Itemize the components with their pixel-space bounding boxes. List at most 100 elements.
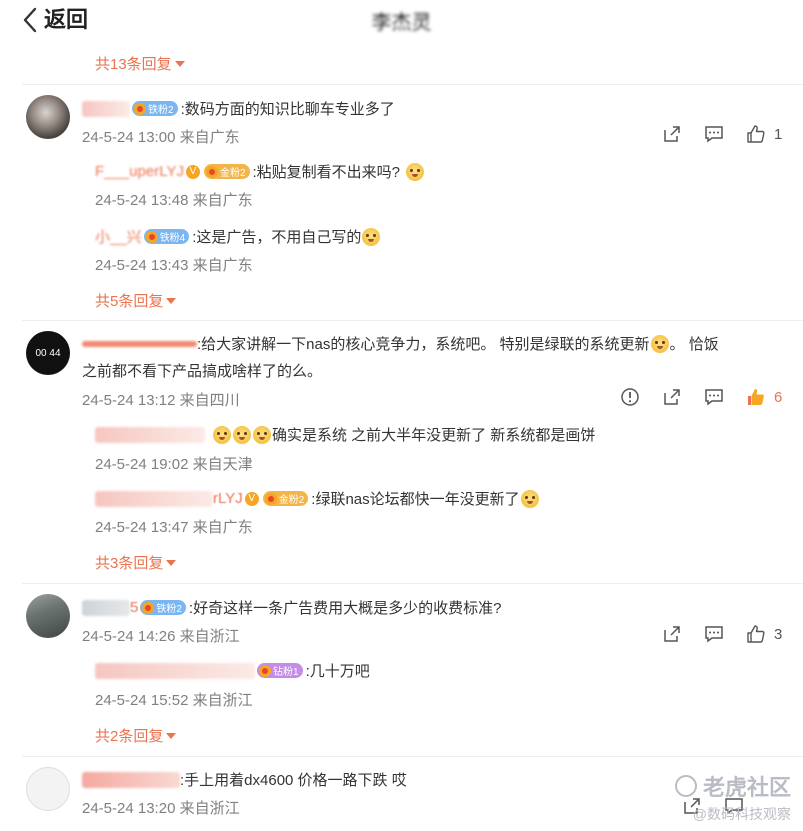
verified-icon: V	[244, 491, 259, 506]
comment-line-2: 之前都不看下产品搞成啥样了的么。	[82, 363, 323, 380]
comment-meta: 24-5-24 13:00 来自广东	[82, 129, 240, 146]
fan-badge: 金粉2	[203, 164, 250, 179]
comment-icon	[705, 389, 723, 406]
caret-down-icon	[166, 297, 177, 304]
reply-text: :几十万吧	[305, 663, 370, 680]
comment-actions: 3	[640, 624, 782, 644]
reply-meta: 24-5-24 13:43 来自广东	[95, 257, 253, 274]
username-blurred[interactable]	[95, 426, 205, 443]
comment-actions: 1	[640, 124, 782, 144]
comment-line: :手上用着dx4600 价格一路下跌 哎	[82, 769, 407, 790]
share-button[interactable]	[662, 624, 682, 644]
fan-badge: 铁粉2	[140, 600, 186, 615]
reply-line: F___uperLYJ V 金粉2 :粘贴复制看不出来吗?	[95, 161, 425, 182]
more-replies-link[interactable]: 共5条回复	[95, 290, 177, 311]
reply-text: :粘贴复制看不出来吗?	[252, 164, 401, 181]
avatar[interactable]: 00 44	[26, 331, 70, 375]
report-icon	[621, 388, 639, 406]
avatar[interactable]	[26, 95, 70, 139]
emoji-icon	[406, 162, 425, 181]
like-button[interactable]: 1	[746, 124, 782, 144]
emoji-icon	[520, 489, 539, 508]
emoji-icon	[253, 425, 271, 444]
comment-meta: 24-5-24 13:20 来自浙江	[82, 800, 240, 817]
reply-line: 钻粉1 :几十万吧	[95, 660, 370, 681]
emoji-icon	[213, 425, 231, 444]
divider	[22, 756, 803, 757]
comment-icon	[705, 126, 723, 143]
like-button[interactable]: 6	[746, 387, 782, 407]
comment-line: 5 铁粉2 :好奇这样一条广告费用大概是多少的收费标准?	[82, 597, 501, 618]
share-icon	[664, 126, 680, 142]
watermark: 老虎社区 @数码科技观察	[674, 770, 791, 824]
caret-down-icon	[174, 60, 185, 67]
comment-button[interactable]	[704, 124, 724, 144]
comment-line: 铁粉2 :数码方面的知识比聊车专业多了	[82, 98, 395, 119]
reply-line: 确实是系统 之前大半年没更新了 新系统都是画饼	[95, 424, 595, 445]
username-tail[interactable]: 5	[130, 599, 138, 616]
more-replies-label: 共2条回复	[95, 728, 164, 745]
badge-label: 金粉2	[219, 168, 246, 179]
watermark-logo-icon	[674, 775, 697, 797]
comment-meta: 24-5-24 13:12 来自四川	[82, 392, 240, 409]
thumbs-up-icon	[747, 125, 765, 143]
reply-meta: 24-5-24 13:47 来自广东	[95, 519, 253, 536]
avatar-text: 00 44	[35, 347, 61, 359]
divider	[22, 320, 803, 321]
divider	[22, 84, 803, 85]
avatar[interactable]	[26, 767, 70, 811]
divider	[22, 583, 803, 584]
like-count: 6	[774, 388, 783, 406]
badge-label: 铁粉2	[148, 105, 174, 116]
crown-icon	[145, 230, 158, 243]
avatar[interactable]	[26, 594, 70, 638]
reply-line: rLYJ V 金粉2 :绿联nas论坛都快一年没更新了	[95, 488, 540, 509]
thumbs-up-filled-icon	[748, 389, 764, 405]
like-count: 3	[774, 625, 783, 643]
fan-badge: 铁粉2	[132, 101, 178, 116]
watermark-main: 老虎社区	[702, 775, 791, 800]
username-blurred[interactable]	[82, 771, 180, 788]
report-button[interactable]	[620, 387, 640, 407]
share-button[interactable]	[662, 124, 682, 144]
comment-text: :好奇这样一条广告费用大概是多少的收费标准?	[188, 600, 502, 617]
reply-text: :绿联nas论坛都快一年没更新了	[311, 491, 520, 508]
share-icon	[664, 389, 680, 405]
reply-username-tail[interactable]: rLYJ	[213, 490, 243, 507]
username-blurred[interactable]	[82, 599, 130, 616]
username-blurred[interactable]	[95, 662, 255, 679]
more-replies-label: 共5条回复	[95, 293, 164, 310]
more-replies-link[interactable]: 共13条回复	[95, 53, 185, 74]
badge-label: 钻粉1	[273, 667, 299, 678]
fan-badge: 铁粉4	[143, 229, 190, 244]
comment-text: :手上用着dx4600 价格一路下跌 哎	[180, 772, 407, 789]
comment-meta: 24-5-24 14:26 来自浙江	[82, 628, 240, 645]
comment-actions: 6	[598, 387, 782, 407]
crown-icon	[264, 492, 277, 505]
more-replies-label: 共13条回复	[95, 56, 172, 73]
watermark-sub: @数码科技观察	[692, 806, 791, 822]
more-replies-link[interactable]: 共3条回复	[95, 552, 177, 573]
reply-username[interactable]: 小__兴	[95, 226, 142, 247]
username-blurred[interactable]	[95, 490, 213, 507]
reply-text: 确实是系统 之前大半年没更新了 新系统都是画饼	[272, 427, 596, 444]
caret-down-icon	[166, 732, 177, 739]
reply-username[interactable]: F___uperLYJ	[95, 163, 184, 180]
like-button[interactable]: 3	[746, 624, 782, 644]
username-blurred[interactable]	[82, 340, 197, 347]
comment-text-tail: 。 恰饭	[669, 336, 719, 353]
more-replies-link[interactable]: 共2条回复	[95, 725, 177, 746]
more-replies-label: 共3条回复	[95, 555, 164, 572]
comment-button[interactable]	[704, 387, 724, 407]
comment-button[interactable]	[704, 624, 724, 644]
share-button[interactable]	[662, 387, 682, 407]
fan-badge: 钻粉1	[257, 663, 303, 678]
page-title: 李杰灵	[371, 12, 432, 34]
comment-line: :给大家讲解一下nas的核心竞争力，系统吧。 特别是绿联的系统更新 。 恰饭	[82, 333, 719, 354]
username-blurred[interactable]	[82, 100, 130, 117]
crown-icon	[259, 664, 271, 677]
comment-text: :给大家讲解一下nas的核心竞争力，系统吧。 特别是绿联的系统更新	[197, 336, 650, 353]
reply-text: :这是广告，不用自己写的	[192, 229, 362, 246]
reply-line: 小__兴 铁粉4 :这是广告，不用自己写的	[95, 226, 381, 247]
thumbs-up-icon	[747, 625, 765, 643]
